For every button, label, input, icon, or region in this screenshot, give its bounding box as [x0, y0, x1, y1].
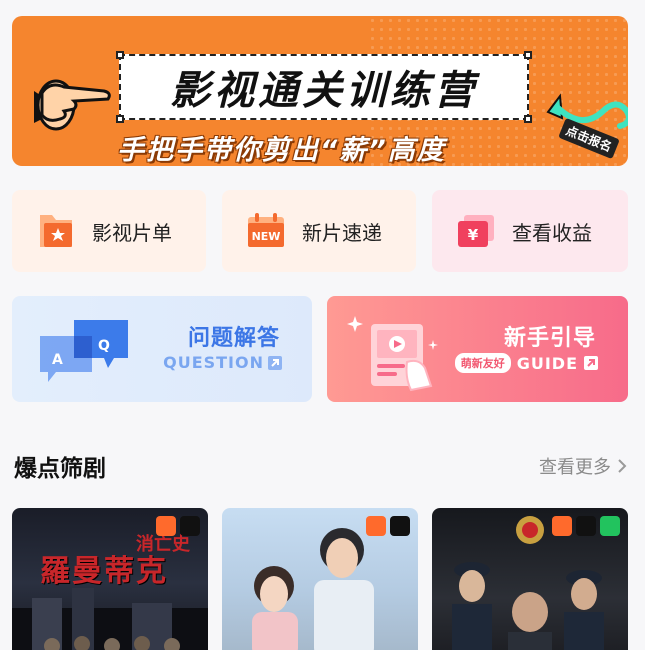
douyin-icon: [576, 516, 596, 536]
banner-title-box: 影视通关训练营: [116, 51, 532, 123]
quick-link-earnings[interactable]: ¥ 查看收益: [432, 190, 628, 272]
pointing-hand-icon: [34, 79, 111, 131]
svg-text:NEW: NEW: [252, 230, 281, 243]
a-letter: A: [52, 352, 63, 368]
kuaishou-icon: [552, 516, 572, 536]
new-calendar-icon: NEW: [248, 213, 284, 247]
cta-arrow-icon: [546, 93, 628, 129]
qa-subtitle: QUESTION: [163, 353, 282, 372]
quick-link-label: 影视片单: [92, 220, 172, 245]
qa-card[interactable]: Q A 问题解答 QUESTION: [12, 296, 312, 402]
drama-poster[interactable]: 羅曼蒂克 消亡史: [12, 508, 208, 650]
quick-link-label: 新片速递: [302, 220, 382, 245]
view-more-label: 查看更多: [539, 457, 611, 478]
platform-badges: [156, 516, 200, 536]
svg-text:¥: ¥: [468, 226, 479, 244]
section-title: 爆点筛剧: [14, 456, 106, 482]
kuaishou-icon: [156, 516, 176, 536]
yuan-wallet-icon: ¥: [458, 215, 494, 247]
douyin-icon: [390, 516, 410, 536]
view-more-link[interactable]: 查看更多: [539, 453, 627, 479]
platform-badges: [552, 516, 620, 536]
guide-card[interactable]: 新手引导 萌新友好 GUIDE: [327, 296, 628, 402]
qa-title: 问题解答: [187, 326, 280, 351]
banner-title: 影视通关训练营: [170, 68, 478, 114]
guide-subtitle: 萌新友好 GUIDE: [454, 353, 598, 373]
guide-title: 新手引导: [503, 326, 596, 351]
chevron-right-icon: [618, 459, 627, 473]
star-folder-icon: [40, 215, 72, 247]
wechat-icon: [600, 516, 620, 536]
quick-link-label: 查看收益: [512, 220, 592, 245]
q-letter: Q: [98, 338, 110, 354]
platform-badges: [366, 516, 410, 536]
quick-link-new-releases[interactable]: NEW 新片速递: [222, 190, 416, 272]
drama-poster[interactable]: [222, 508, 418, 650]
guide-document-icon: [347, 316, 438, 392]
arrow-up-right-icon: [584, 356, 598, 370]
page: 影视通关训练营 手把手带你剪出“薪”高度 点击报名 影视片单 NEW 新片速递 …: [0, 0, 645, 650]
qa-subtitle-text: QUESTION: [163, 353, 264, 372]
douyin-icon: [180, 516, 200, 536]
qa-chat-icon: Q A: [40, 320, 128, 382]
arrow-up-right-icon: [268, 355, 282, 370]
beginner-friendly-badge: 萌新友好: [454, 353, 511, 373]
guide-subtitle-text: GUIDE: [516, 353, 578, 373]
banner-subtitle: 手把手带你剪出“薪”高度: [117, 135, 446, 166]
kuaishou-icon: [366, 516, 386, 536]
promo-banner[interactable]: 影视通关训练营 手把手带你剪出“薪”高度 点击报名: [12, 16, 628, 166]
drama-poster[interactable]: [432, 508, 628, 650]
quick-link-film-list[interactable]: 影视片单: [12, 190, 206, 272]
